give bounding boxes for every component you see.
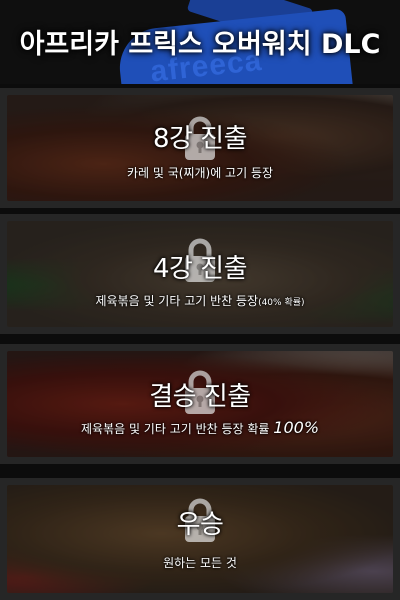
panel-description: 원하는 모든 것 [163, 556, 237, 570]
panel-description-main: 제육볶음 및 기타 고기 반찬 등장 [95, 294, 259, 308]
panel-title: 우승 [176, 510, 224, 540]
panel-description-main: 제육볶음 및 기타 고기 반찬 등장 확률 [80, 422, 274, 436]
panel-description: 제육볶음 및 기타 고기 반찬 등장 확률 100% [0, 418, 400, 437]
panel-title: 결승 진출 [149, 382, 251, 412]
reward-panel-final: 결승 진출 제육볶음 및 기타 고기 반찬 등장 확률 100% [0, 344, 400, 464]
header-banner: afreeca 아프리카 프릭스 오버워치 DLC [0, 0, 400, 84]
panel-title: 4강 진출 [152, 254, 248, 284]
panel-description: 카레 및 국(찌개)에 고기 등장 [126, 166, 274, 180]
page-title: 아프리카 프릭스 오버워치 DLC [19, 29, 381, 60]
panel-title: 8강 진출 [152, 124, 248, 154]
panel-description: 제육볶음 및 기타 고기 반찬 등장(40% 확률) [0, 292, 400, 309]
reward-panel-semifinal: 4강 진출 제육볶음 및 기타 고기 반찬 등장(40% 확률) [0, 214, 400, 334]
probability-value: 100% [273, 418, 320, 437]
reward-panel-champion: 우승 원하는 모든 것 [0, 478, 400, 600]
probability-note: (40% 확률) [258, 298, 305, 308]
reward-panel-quarterfinal: 8강 진출 카레 및 국(찌개)에 고기 등장 [0, 88, 400, 208]
